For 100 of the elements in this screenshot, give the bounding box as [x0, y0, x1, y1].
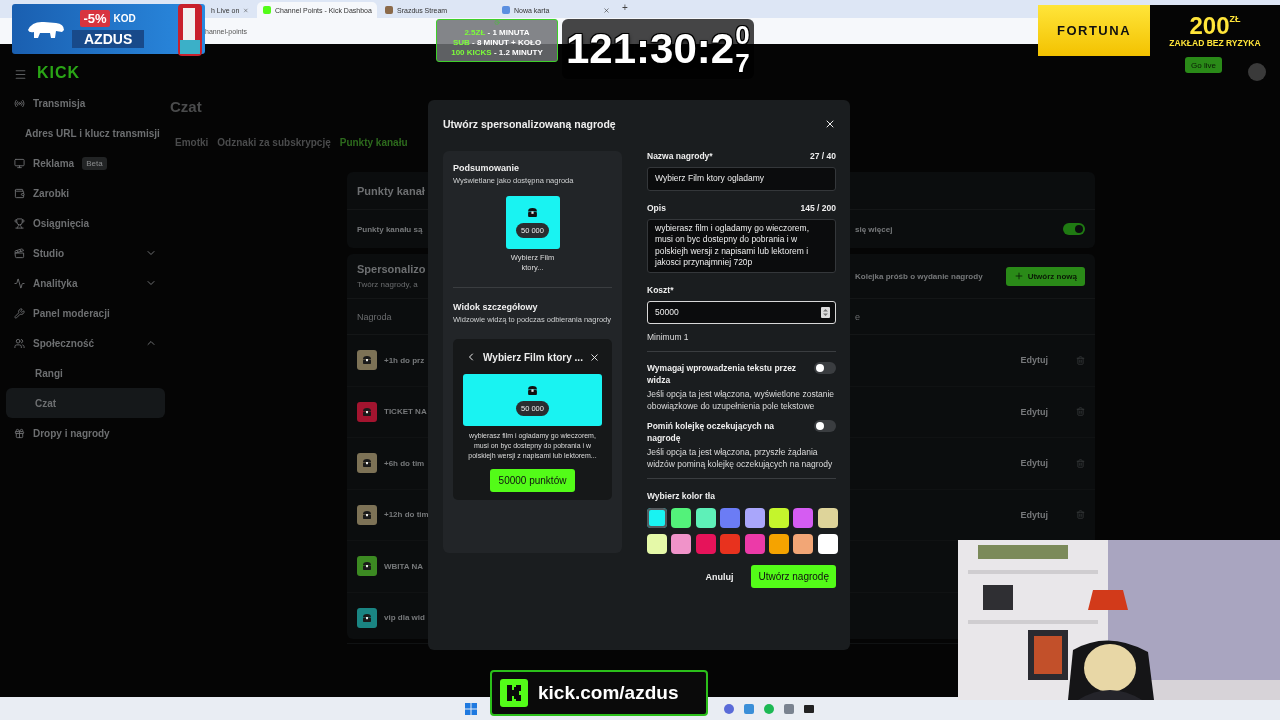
app-icon[interactable]	[723, 702, 735, 715]
color-swatch[interactable]	[695, 534, 716, 554]
color-swatch[interactable]	[720, 508, 741, 528]
color-swatch[interactable]	[768, 534, 789, 554]
go-live-button[interactable]: Go live	[1185, 57, 1222, 73]
edit-link[interactable]: Edytuj	[1020, 355, 1048, 366]
color-swatch[interactable]	[720, 534, 741, 554]
chest-icon	[362, 509, 372, 520]
cancel-button[interactable]: Anuluj	[699, 570, 740, 583]
toggle-switch[interactable]	[814, 362, 836, 374]
page-tab[interactable]: Punkty kanału	[339, 137, 408, 148]
color-swatch[interactable]	[647, 508, 667, 528]
color-swatch[interactable]	[671, 534, 692, 554]
timer-digit: 0	[735, 21, 750, 49]
color-swatch[interactable]	[793, 534, 814, 554]
chest-icon	[362, 612, 372, 623]
beta-badge: Beta	[82, 156, 107, 170]
stepper-icon[interactable]	[821, 306, 830, 318]
sidebar-label: Reklama	[33, 157, 75, 169]
color-swatch[interactable]	[671, 508, 692, 528]
section-title: Widok szczegółowy	[453, 302, 539, 312]
color-swatch[interactable]	[647, 534, 667, 554]
cost-input[interactable]: 50000	[647, 300, 836, 324]
favicon-icon	[502, 6, 510, 14]
column-header: e	[855, 311, 860, 322]
ad-tagline: ZAKŁAD BEZ RYZYKA	[1169, 37, 1261, 48]
close-icon[interactable]	[588, 351, 600, 363]
field-hint: Minimum 1	[647, 332, 690, 342]
price-line: 100 KICKS - 1.2 MINUTY	[451, 48, 543, 57]
toggle-label: Pomiń kolejkę oczekujących na nagrodę	[647, 420, 776, 444]
color-swatch[interactable]	[817, 534, 838, 554]
color-swatch[interactable]	[768, 508, 789, 528]
color-swatch[interactable]	[744, 534, 765, 554]
edit-link[interactable]: Edytuj	[1020, 458, 1048, 469]
create-new-button[interactable]: Utwórz nową	[1005, 266, 1085, 286]
edit-link[interactable]: Edytuj	[1020, 406, 1048, 417]
redeem-button[interactable]: 50000 punktów	[489, 469, 576, 492]
sidebar-item[interactable]: Reklama Beta	[6, 148, 165, 178]
card-title: Punkty kanał	[357, 184, 425, 197]
sidebar-label: Studio	[33, 247, 65, 259]
plus-icon	[1013, 271, 1024, 281]
sidebar-item[interactable]: Osiągnięcia	[6, 208, 165, 238]
section-title: Podsumowanie	[453, 163, 520, 173]
new-tab-button[interactable]: +	[618, 2, 632, 18]
sidebar-label: Zarobki	[33, 187, 70, 199]
sidebar-subitem[interactable]: Czat	[6, 388, 165, 418]
clapperboard-icon	[14, 247, 25, 259]
description-textarea[interactable]: wybierasz film i ogladamy go wieczorem, musi on byc dostepny do pobrania i w polskiejh wersji z napisami lub lektorem i jakosci przynajmniej 720p	[647, 218, 836, 273]
chest-icon	[527, 207, 538, 218]
countdown-timer: 121:30:2	[566, 25, 735, 73]
sidebar-item[interactable]: Analityka	[6, 268, 165, 298]
color-swatch[interactable]	[744, 508, 765, 528]
favicon-icon	[263, 6, 271, 14]
points-toggle[interactable]	[1063, 223, 1085, 235]
color-swatch[interactable]	[695, 508, 716, 528]
sidebar-subitem[interactable]: Rangi	[6, 358, 165, 388]
sidebar-item[interactable]: Panel moderacji	[6, 298, 165, 328]
sidebar-item[interactable]: Dropy i nagrody	[6, 418, 165, 448]
sidebar-label: Analityka	[33, 277, 78, 289]
color-swatch[interactable]	[817, 508, 838, 528]
toggle-switch[interactable]	[814, 420, 836, 432]
bonus-amount: 200	[1189, 13, 1230, 38]
name-input[interactable]: Wybierz Film ktory ogladamy	[647, 167, 836, 191]
timer-digit: 7	[735, 49, 750, 77]
broadcast-icon	[14, 97, 25, 109]
sidebar-subitem[interactable]: Adres URL i klucz transmisji	[6, 118, 165, 148]
learn-more-link[interactable]: się więcej	[855, 224, 893, 234]
queue-link[interactable]: Kolejka próśb o wydanie nagrody	[855, 271, 983, 281]
menu-icon[interactable]	[14, 68, 27, 81]
chest-icon	[527, 384, 538, 396]
users-icon	[14, 337, 25, 349]
price-line: 2.5ZŁ - 1 MINUTA	[464, 28, 530, 37]
can-drawing	[175, 1, 205, 57]
terminal-icon[interactable]	[803, 702, 815, 715]
code-label: KOD	[113, 13, 136, 24]
sidebar-item[interactable]: Transmisja	[6, 88, 165, 118]
card-subtitle: Twórz nagrody, a	[357, 280, 419, 289]
app-icon[interactable]	[743, 702, 755, 715]
column-header: Nagroda	[357, 311, 392, 322]
sidebar-item[interactable]: Społeczność	[6, 328, 165, 358]
windows-icon[interactable]	[465, 702, 477, 715]
logo[interactable]: KICK	[37, 64, 81, 81]
preview-title: Wybierz Film ktory ...	[483, 351, 583, 363]
edit-link[interactable]: Edytuj	[1020, 509, 1048, 520]
close-button[interactable]	[824, 118, 836, 130]
toggle-description: Jeśli opcja ta jest włączona, wyświetlone zostanie obowiązkowe do uzupełnienia pole tekstowe	[647, 388, 836, 412]
create-reward-button[interactable]: Utwórz nagrodę	[751, 565, 836, 588]
color-swatch[interactable]	[793, 508, 814, 528]
sidebar-item[interactable]: Studio	[6, 238, 165, 268]
page-tab[interactable]: Odznaki za subskrypcję	[217, 137, 331, 148]
reward-name: vip dla wid	[384, 613, 425, 623]
favicon-icon	[385, 6, 393, 14]
sidebar-item[interactable]: Zarobki	[6, 178, 165, 208]
app-icon[interactable]	[783, 702, 795, 715]
card-title: Spersonalizo	[357, 263, 426, 275]
page-tab[interactable]: Emotki	[175, 137, 209, 148]
wallet-icon	[14, 187, 25, 199]
toggle-label: Wymagaj wprowadzenia tekstu przez widza	[647, 362, 798, 386]
promo-code: AZDUS	[72, 30, 145, 48]
chest-icon	[362, 561, 372, 572]
